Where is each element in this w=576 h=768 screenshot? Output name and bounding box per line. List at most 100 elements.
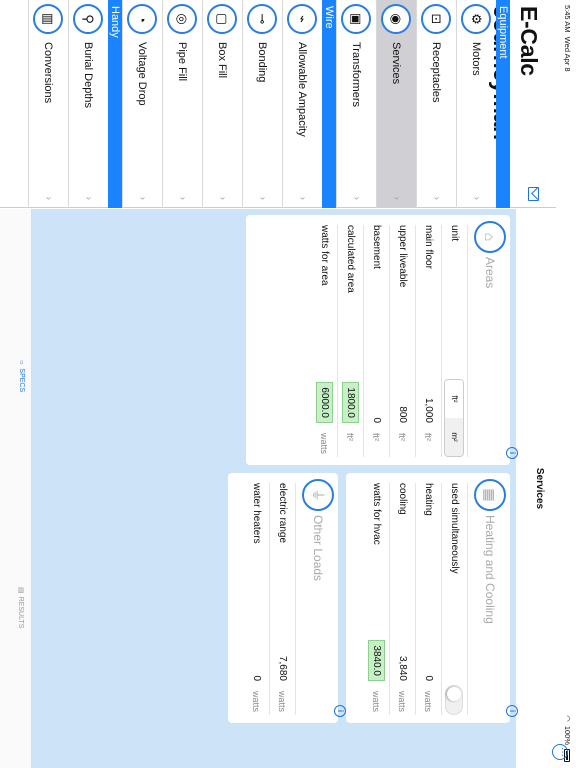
box-icon: ▢ (207, 4, 238, 34)
row-unit: ft² (423, 433, 434, 441)
sidebar-item-label: Burial Depths (82, 42, 95, 109)
sidebar-item-label: Allowable Ampacity (296, 42, 309, 137)
chevron-icon: › (83, 196, 94, 200)
tab-results-label: RESULTS (17, 596, 25, 629)
sidebar-item-label: Motors (470, 42, 483, 76)
result-value: 1800.0 (342, 382, 359, 423)
row-unit: ft² (345, 433, 356, 441)
row-label: basement (371, 225, 382, 269)
shovel-icon: ⚲ (73, 4, 104, 34)
input-value[interactable]: 800 (397, 406, 408, 423)
row-label: electric range (277, 483, 288, 544)
sidebar-item-pipe-fill[interactable]: ◎ Pipe Fill › (162, 0, 202, 208)
heating-row: heating 0 watts (416, 483, 442, 715)
battery-percent: 100% (563, 725, 572, 745)
input-value[interactable]: 3,840 (397, 656, 408, 681)
status-bar: 5:45 AM Wed Apr 8 ◠ 100% (556, 0, 576, 768)
sidebar-item-conversions[interactable]: ▥ Conversions › (28, 0, 68, 208)
hvac-icon: ▦ (474, 479, 506, 511)
sidebar-item-allowable-ampacity[interactable]: ⌁ Allowable Ampacity › (282, 0, 322, 208)
section-header: Equipment (496, 0, 510, 208)
sidebar-item-label: Box Fill (216, 42, 229, 79)
nav-title: Services (534, 467, 545, 510)
sidebar-item-receptacles[interactable]: ⊡ Receptacles › (416, 0, 456, 208)
sidebar-item-voltage-drop[interactable]: ◔ Voltage Drop › (122, 0, 162, 208)
tab-bar: ☼ SPECS ▤ RESULTS (0, 209, 32, 768)
simultaneous-label: used simultaneously (449, 483, 460, 574)
row-label: heating (423, 483, 434, 516)
section-header: Handy (108, 0, 122, 208)
ipad-screen: 5:45 AM Wed Apr 8 ◠ 100% E-Calc Journeym… (0, 0, 576, 768)
more-options-button[interactable]: ··· (552, 744, 568, 760)
row-unit: ft² (397, 433, 408, 441)
sidebar-item-label: Bonding (256, 42, 269, 83)
sidebar-item-services[interactable]: ◉ Services › (376, 0, 416, 208)
unit-option-m2[interactable]: m² (445, 418, 464, 456)
gauge-icon: ◔ (127, 4, 158, 34)
detail-pane: Services ··· ⌂ Areas i unit ft² m² main … (0, 209, 568, 768)
chevron-icon: › (217, 196, 228, 200)
row-label: watts for area (319, 225, 330, 286)
areas-title: Areas (483, 257, 497, 289)
chevron-icon: › (257, 196, 268, 200)
sidebar: E-Calc Journeyman Equipment⚙Motors›⊡Rece… (0, 0, 556, 208)
sidebar-item-label: Services (390, 42, 403, 85)
other-header: ⏚ Other Loads (302, 479, 334, 581)
unit-label: unit (449, 225, 460, 242)
sidebar-item-box-fill[interactable]: ▢ Box Fill › (202, 0, 242, 208)
chevron-icon: › (43, 196, 54, 200)
plug-icon: ⏚ (302, 479, 334, 511)
input-value[interactable]: 7,680 (277, 656, 288, 681)
pipe-icon: ◎ (167, 4, 198, 34)
chevron-icon: › (471, 196, 482, 200)
sidebar-item-burial-depths[interactable]: ⚲ Burial Depths › (68, 0, 108, 208)
sidebar-item-transformers[interactable]: ▣ Transformers › (336, 0, 376, 208)
heating-title: Heating and Cooling (483, 515, 497, 624)
heating-info-icon[interactable]: i (506, 705, 518, 717)
sidebar-item-label: Pipe Fill (176, 42, 189, 82)
other-title: Other Loads (311, 515, 325, 582)
unit-segmented-control[interactable]: ft² m² (444, 379, 465, 457)
row-unit: watts (397, 691, 408, 713)
receptacle-icon: ⊡ (421, 4, 452, 34)
row-label: watts for hvac (371, 483, 382, 545)
tab-results[interactable]: ▤ RESULTS (17, 587, 25, 628)
row-unit: watts (319, 433, 330, 455)
tab-specs-label: SPECS (18, 368, 25, 393)
row-unit: watts (371, 691, 382, 713)
section-header: Wire (322, 0, 336, 208)
simultaneous-toggle[interactable] (445, 685, 464, 715)
wire-icon: ⌁ (287, 4, 318, 34)
areas-info-icon[interactable]: i (506, 447, 518, 459)
electric-range-row: electric range 7,680 watts (270, 483, 296, 715)
status-time: 5:45 AM Wed Apr 8 (563, 5, 572, 72)
other-info-icon[interactable]: i (334, 705, 346, 717)
meter-icon: ◉ (381, 4, 412, 34)
unit-row: unit ft² m² (442, 225, 468, 457)
sidebar-item-motors[interactable]: ⚙ Motors › (456, 0, 496, 208)
row-unit: ft² (371, 433, 382, 441)
transformer-icon: ▣ (341, 4, 372, 34)
content-area: ⌂ Areas i unit ft² m² main floor 1,000 ft²… (32, 209, 518, 768)
tab-specs[interactable]: ☼ SPECS (18, 359, 25, 392)
input-value[interactable]: 1,000 (423, 398, 434, 423)
cooling-row: cooling 3,840 watts (390, 483, 416, 715)
row-label: water heaters (251, 483, 262, 544)
areas-header: ⌂ Areas (474, 221, 506, 288)
chevron-icon: › (137, 196, 148, 200)
chevron-icon: › (297, 196, 308, 200)
mail-icon[interactable] (528, 187, 539, 201)
calculator-icon: ▥ (33, 4, 64, 34)
heating-cooling-card: ▦ Heating and Cooling i used simultaneou… (346, 473, 518, 723)
sidebar-item-bonding[interactable]: ⊸ Bonding › (242, 0, 282, 208)
chevron-icon: › (391, 196, 402, 200)
unit-option-ft2[interactable]: ft² (445, 380, 464, 418)
motor-icon: ⚙ (461, 4, 492, 34)
row-label: upper liveable (397, 225, 408, 288)
upper-liveable-row: upper liveable 800 ft² (390, 225, 416, 457)
row-label: main floor (423, 225, 434, 269)
result-value: 6000.0 (316, 382, 333, 423)
watts-for-hvac-row: watts for hvac 3840.0 watts (364, 483, 390, 715)
row-label: calculated area (345, 225, 356, 293)
row-unit: watts (423, 691, 434, 713)
